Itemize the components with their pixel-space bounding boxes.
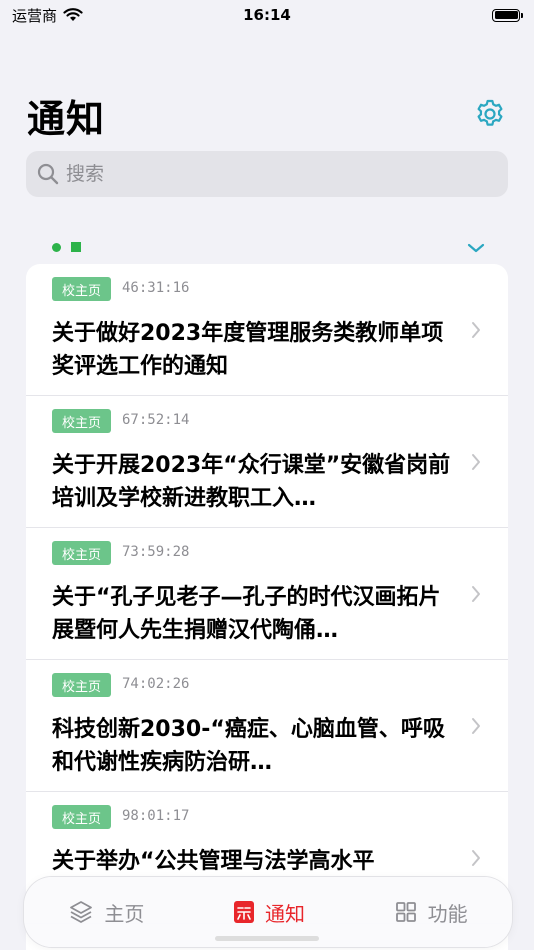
indicator-square xyxy=(71,242,81,252)
chevron-right-icon xyxy=(472,586,480,602)
chevron-right-icon xyxy=(472,850,480,866)
notice-icon xyxy=(233,901,254,923)
tab-label: 主页 xyxy=(104,901,145,926)
item-title: 科技创新2030-“癌症、心脑血管、呼吸和代谢性疾病防治研… xyxy=(52,717,445,775)
list-item[interactable]: 校主页 67:52:14 关于开展2023年“众行课堂”安徽省岗前培训及学校新进… xyxy=(26,396,508,528)
status-time: 16:14 xyxy=(243,6,291,24)
chevron-right-icon xyxy=(472,322,480,338)
source-badge: 校主页 xyxy=(52,277,111,301)
search-bar[interactable] xyxy=(26,151,508,197)
page-indicators xyxy=(52,242,81,252)
item-time: 73:59:28 xyxy=(122,544,190,560)
list-item[interactable]: 校主页 74:02:26 科技创新2030-“癌症、心脑血管、呼吸和代谢性疾病防… xyxy=(26,660,508,792)
item-title: 关于“孔子见老子—孔子的时代汉画拓片展暨何人先生捐赠汉代陶俑… xyxy=(52,585,441,643)
source-badge: 校主页 xyxy=(52,409,111,433)
source-badge: 校主页 xyxy=(52,541,111,565)
source-badge: 校主页 xyxy=(52,805,111,829)
item-time: 74:02:26 xyxy=(122,676,190,692)
search-input[interactable] xyxy=(66,163,486,185)
search-icon xyxy=(37,163,59,185)
tab-label: 通知 xyxy=(264,901,305,926)
list-item[interactable]: 校主页 46:31:16 关于做好2023年度管理服务类教师单项奖评选工作的通知 xyxy=(26,264,508,396)
source-badge: 校主页 xyxy=(52,673,111,697)
chevron-down-icon[interactable] xyxy=(465,240,487,256)
item-title: 关于做好2023年度管理服务类教师单项奖评选工作的通知 xyxy=(52,321,444,379)
list-item[interactable]: 校主页 73:59:28 关于“孔子见老子—孔子的时代汉画拓片展暨何人先生捐赠汉… xyxy=(26,528,508,660)
home-indicator xyxy=(215,936,319,941)
item-title: 关于举办“公共管理与法学高水平 xyxy=(52,849,375,874)
tab-home[interactable]: 主页 xyxy=(52,887,160,937)
tab-functions[interactable]: 功能 xyxy=(378,887,484,937)
gear-icon xyxy=(477,99,503,126)
item-title: 关于开展2023年“众行课堂”安徽省岗前培训及学校新进教职工入… xyxy=(52,453,451,511)
layers-icon xyxy=(70,901,93,923)
page-title: 通知 xyxy=(27,97,106,141)
indicator-dot xyxy=(52,242,61,252)
item-time: 98:01:17 xyxy=(122,808,190,824)
notice-list: 校主页 46:31:16 关于做好2023年度管理服务类教师单项奖评选工作的通知… xyxy=(26,264,508,950)
chevron-right-icon xyxy=(472,454,480,470)
tab-label: 功能 xyxy=(427,901,468,926)
settings-button[interactable] xyxy=(472,96,508,132)
grid-icon xyxy=(395,902,416,922)
chevron-right-icon xyxy=(472,718,480,734)
item-time: 46:31:16 xyxy=(122,280,190,296)
tab-notices[interactable]: 通知 xyxy=(217,887,321,937)
item-time: 67:52:14 xyxy=(122,412,190,428)
